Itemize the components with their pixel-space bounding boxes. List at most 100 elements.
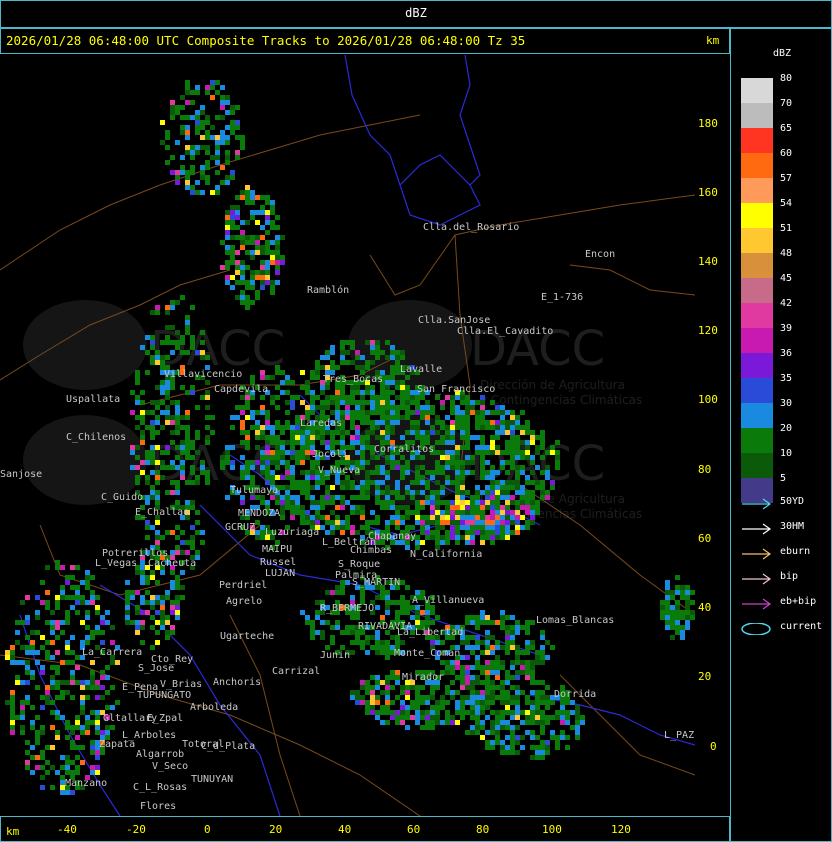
echo-cell bbox=[495, 725, 500, 730]
echo-cell bbox=[90, 765, 95, 770]
legend-value-label: 65 bbox=[780, 123, 793, 134]
echo-cell bbox=[165, 145, 170, 150]
echo-cell bbox=[365, 445, 370, 450]
echo-cell bbox=[355, 690, 360, 695]
echo-cell bbox=[560, 730, 565, 735]
echo-cell bbox=[160, 460, 165, 465]
echo-cell bbox=[540, 490, 545, 495]
echo-cell bbox=[170, 420, 175, 425]
echo-cell bbox=[135, 395, 140, 400]
echo-cell bbox=[400, 505, 405, 510]
echo-cell bbox=[80, 580, 85, 585]
echo-cell bbox=[370, 675, 375, 680]
echo-cell bbox=[85, 585, 90, 590]
echo-cell bbox=[535, 500, 540, 505]
echo-cell bbox=[375, 515, 380, 520]
echo-cell bbox=[335, 590, 340, 595]
echo-cell bbox=[235, 415, 240, 420]
echo-cell bbox=[270, 375, 275, 380]
echo-cell bbox=[280, 440, 285, 445]
echo-cell bbox=[20, 660, 25, 665]
echo-cell bbox=[355, 530, 360, 535]
echo-cell bbox=[10, 715, 15, 720]
echo-cell bbox=[60, 660, 65, 665]
echo-cell bbox=[50, 625, 55, 630]
echo-cell bbox=[320, 495, 325, 500]
echo-cell bbox=[370, 520, 375, 525]
echo-cell bbox=[90, 590, 95, 595]
x-tick-label: -20 bbox=[126, 823, 146, 836]
echo-cell bbox=[515, 685, 520, 690]
echo-cell bbox=[240, 475, 245, 480]
echo-cell bbox=[400, 520, 405, 525]
echo-cell bbox=[260, 375, 265, 380]
echo-cell bbox=[340, 360, 345, 365]
echo-cell bbox=[330, 360, 335, 365]
echo-cell bbox=[390, 715, 395, 720]
echo-cell bbox=[325, 365, 330, 370]
echo-cell bbox=[65, 735, 70, 740]
echo-cell bbox=[465, 685, 470, 690]
echo-cell bbox=[265, 275, 270, 280]
echo-cell bbox=[410, 685, 415, 690]
echo-cell bbox=[415, 505, 420, 510]
echo-cell bbox=[25, 695, 30, 700]
echo-cell bbox=[140, 470, 145, 475]
echo-cell bbox=[265, 240, 270, 245]
echo-cell bbox=[470, 705, 475, 710]
echo-cell bbox=[465, 510, 470, 515]
echo-cell bbox=[265, 455, 270, 460]
echo-cell bbox=[245, 440, 250, 445]
radar-map[interactable]: DACC DACC DACC DACC Dirección de Agricul… bbox=[0, 55, 695, 816]
echo-cell bbox=[285, 470, 290, 475]
echo-cell bbox=[410, 410, 415, 415]
echo-cell bbox=[490, 470, 495, 475]
echo-cell bbox=[295, 480, 300, 485]
echo-cell bbox=[75, 755, 80, 760]
echo-cell bbox=[390, 675, 395, 680]
echo-cell bbox=[200, 330, 205, 335]
echo-cell bbox=[265, 415, 270, 420]
echo-cell bbox=[300, 485, 305, 490]
echo-cell bbox=[430, 510, 435, 515]
echo-cell bbox=[490, 645, 495, 650]
echo-cell bbox=[375, 645, 380, 650]
echo-cell bbox=[390, 350, 395, 355]
echo-cell bbox=[245, 415, 250, 420]
echo-cell bbox=[195, 90, 200, 95]
echo-cell bbox=[320, 430, 325, 435]
echo-cell bbox=[65, 765, 70, 770]
echo-cell bbox=[165, 340, 170, 345]
echo-cell bbox=[465, 710, 470, 715]
echo-cell bbox=[185, 440, 190, 445]
echo-cell bbox=[50, 610, 55, 615]
echo-cell bbox=[200, 465, 205, 470]
echo-cell bbox=[315, 480, 320, 485]
echo-cell bbox=[405, 385, 410, 390]
echo-cell bbox=[295, 485, 300, 490]
echo-cell bbox=[180, 460, 185, 465]
place-label: Monte_Coman bbox=[394, 648, 460, 659]
echo-cell bbox=[145, 370, 150, 375]
echo-cell bbox=[510, 745, 515, 750]
echo-cell bbox=[435, 450, 440, 455]
echo-cell bbox=[175, 525, 180, 530]
echo-cell bbox=[495, 485, 500, 490]
echo-cell bbox=[255, 420, 260, 425]
echo-cell bbox=[225, 210, 230, 215]
echo-cell bbox=[160, 120, 165, 125]
echo-cell bbox=[175, 610, 180, 615]
echo-cell bbox=[155, 480, 160, 485]
echo-cell bbox=[305, 615, 310, 620]
echo-cell bbox=[420, 395, 425, 400]
place-label: Ugarteche bbox=[220, 631, 274, 642]
echo-cell bbox=[380, 680, 385, 685]
echo-cell bbox=[515, 490, 520, 495]
echo-cell bbox=[70, 605, 75, 610]
echo-cell bbox=[670, 615, 675, 620]
echo-cell bbox=[460, 435, 465, 440]
echo-cell bbox=[500, 615, 505, 620]
echo-cell bbox=[665, 615, 670, 620]
echo-cell bbox=[170, 105, 175, 110]
place-label: Clla.El_Cavadito bbox=[457, 326, 553, 337]
